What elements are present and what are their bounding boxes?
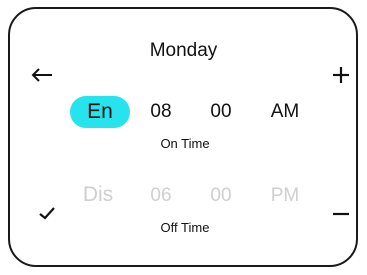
off-minute-field[interactable]: 00 <box>204 183 238 209</box>
day-title: Monday <box>149 40 218 61</box>
off-ampm-field[interactable]: PM <box>263 183 307 209</box>
off-time-label: Off Time <box>160 220 210 235</box>
enable-toggle[interactable]: En <box>70 96 130 128</box>
on-hour-field[interactable]: 08 <box>144 99 178 125</box>
on-time-label: On Time <box>160 136 210 151</box>
on-minute-field[interactable]: 00 <box>204 99 238 125</box>
check-icon <box>36 202 58 224</box>
plus-icon[interactable] <box>328 62 354 88</box>
on-ampm-field[interactable]: AM <box>263 99 307 125</box>
off-hour-field[interactable]: 06 <box>144 183 178 209</box>
minus-icon[interactable] <box>328 201 354 227</box>
back-arrow-icon[interactable] <box>28 62 56 88</box>
disable-toggle[interactable]: Dis <box>76 180 120 210</box>
